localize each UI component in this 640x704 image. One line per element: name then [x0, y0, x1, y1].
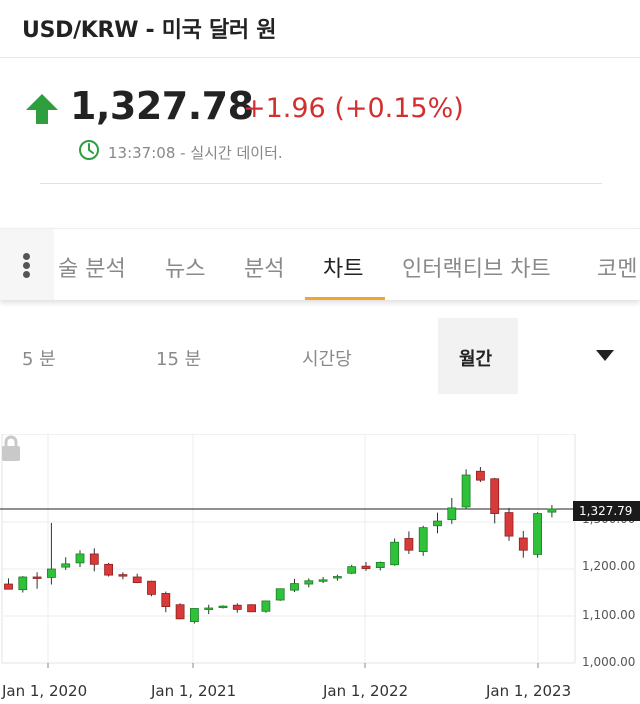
tab-comments[interactable]: 코멘 [597, 251, 637, 283]
clock-icon [79, 140, 99, 160]
candle-body [504, 512, 514, 537]
candle-body [4, 583, 13, 590]
candle-body [132, 576, 142, 584]
candle-body [47, 568, 56, 578]
tab-interactive-chart[interactable]: 인터랙티브 차트 [402, 251, 551, 283]
candle-body [318, 579, 328, 582]
period-5min[interactable]: 5 분 [22, 345, 56, 371]
section-tabs: 술 분석 뉴스 분석 차트 인터랙티브 차트 코멘 [0, 228, 640, 300]
candle-body [433, 520, 442, 527]
last-price-tag: 1,327.79 [573, 501, 640, 521]
candle-body [18, 576, 28, 591]
quote-panel: 1,327.78 +1.96 (+0.15%) 13:37:08 - 실시간 데… [0, 58, 640, 188]
quote-time: 13:37:08 - 실시간 데이터. [108, 144, 283, 162]
tab-chart[interactable]: 차트 [323, 251, 363, 283]
page-title: USD/KRW - 미국 달러 원 [22, 18, 277, 43]
candle-body [347, 566, 357, 574]
more-menu-button[interactable] [0, 229, 54, 300]
tab-news[interactable]: 뉴스 [165, 251, 205, 283]
candle-body [275, 588, 285, 601]
y-tick-label: 1,000.00 [582, 655, 636, 669]
period-monthly[interactable]: 월간 [459, 345, 492, 371]
candle-body [89, 553, 99, 565]
candle-body [61, 563, 71, 568]
candle-body [175, 604, 185, 620]
x-tick-label: Jan 1, 2023 [486, 682, 572, 700]
title-bar: USD/KRW - 미국 달러 원 [0, 0, 640, 58]
candle-body [475, 470, 485, 481]
tab-analysis[interactable]: 분석 [244, 251, 284, 283]
candle-body [290, 583, 299, 591]
price-change: +1.96 (+0.15%) [243, 93, 464, 124]
chevron-down-icon[interactable] [596, 350, 614, 362]
candle-body [518, 537, 528, 551]
more-vert-icon [23, 253, 30, 260]
last-price: 1,327.78 [70, 84, 254, 128]
candlestick-chart [0, 434, 576, 668]
y-tick-label: 1,100.00 [582, 608, 636, 622]
candle-body [218, 605, 228, 609]
candle-body [118, 574, 128, 577]
period-selector: 5 분 15 분 시간당 월간 [0, 318, 640, 394]
candle-body [232, 604, 242, 610]
candle-body [304, 580, 314, 585]
candle-body [533, 513, 542, 555]
candle-body [147, 580, 156, 595]
candle-body [418, 527, 428, 553]
candle-body [361, 565, 371, 569]
candle-body [104, 563, 113, 576]
candle-body [447, 507, 457, 521]
candle-body [490, 478, 500, 514]
candle-body [261, 600, 271, 612]
candle-body [404, 538, 414, 551]
x-tick-label: Jan 1, 2022 [323, 682, 409, 700]
y-tick-label: 1,200.00 [582, 559, 636, 573]
plot-frame [1, 434, 576, 664]
candle-body [204, 607, 214, 610]
x-tick-label: Jan 1, 2021 [151, 682, 237, 700]
divider [40, 183, 602, 184]
period-hourly[interactable]: 시간당 [302, 345, 352, 371]
x-tick-label: Jan 1, 2020 [2, 682, 88, 700]
candle-body [332, 576, 342, 579]
candle-body [247, 604, 257, 613]
candle-body [161, 593, 171, 608]
candle-body [189, 608, 199, 623]
arrow-up-icon [26, 94, 58, 124]
candle-body [547, 508, 557, 513]
lock-icon[interactable] [0, 434, 22, 462]
candle-body [390, 541, 400, 566]
candle-body [375, 562, 385, 568]
active-tab-indicator [305, 297, 385, 300]
candle-body [75, 553, 85, 564]
candle-body [461, 474, 471, 508]
price-chart[interactable]: 1,300.00 1,200.00 1,100.00 1,000.00 1,32… [0, 434, 640, 704]
period-15min[interactable]: 15 분 [156, 345, 201, 371]
tab-technical-analysis[interactable]: 술 분석 [58, 251, 126, 283]
candle-body [32, 576, 42, 579]
